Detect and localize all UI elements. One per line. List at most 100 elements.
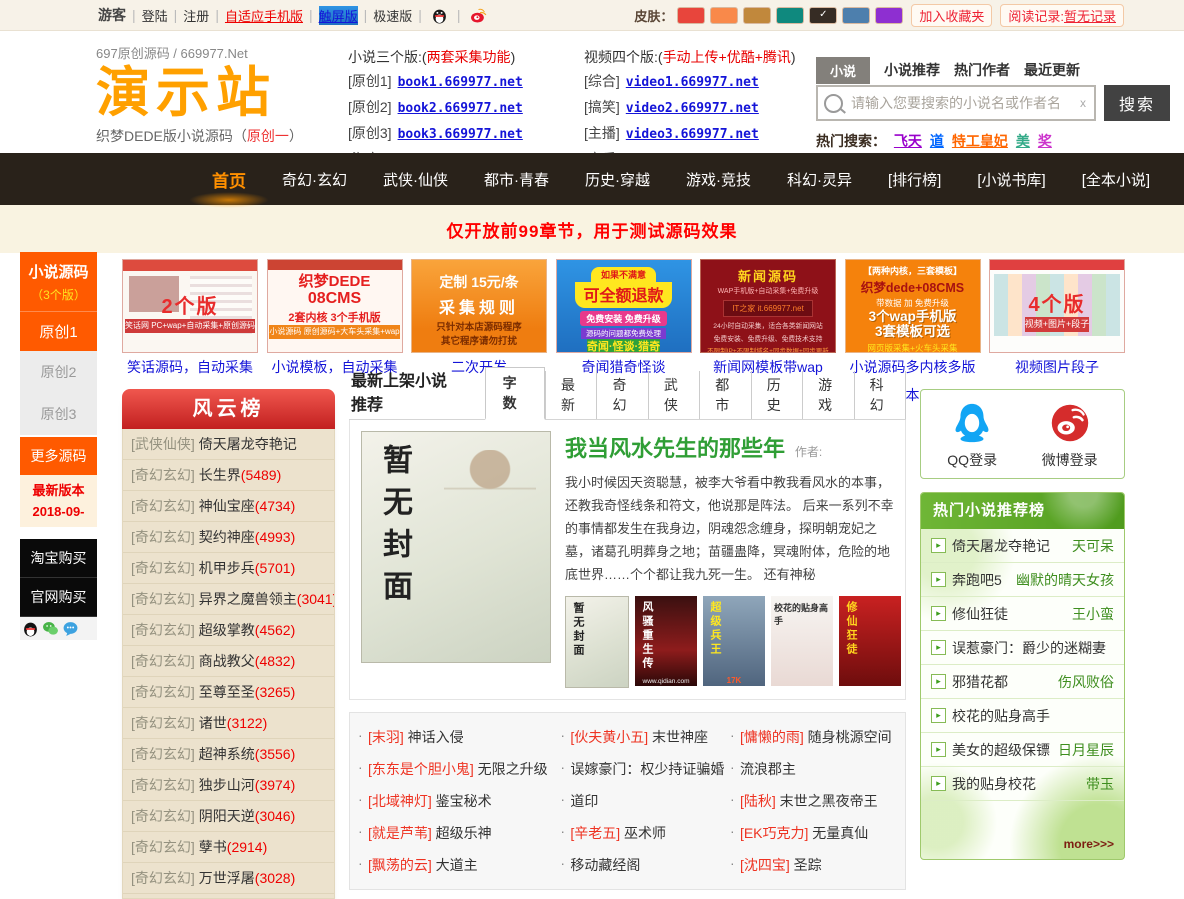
sidebar-item-yc1[interactable]: 原创1 [20, 311, 97, 351]
add-favorite-button[interactable]: 加入收藏夹 [911, 4, 992, 27]
sidebar-more-button[interactable]: 更多源码 [20, 437, 97, 475]
category-tab[interactable]: 武侠 [648, 371, 699, 419]
book-list-item[interactable]: [沈四宝] 圣踪 [726, 849, 901, 881]
touch-version-link[interactable]: 触屏版 [319, 6, 358, 25]
buy-button[interactable]: 官网购买 [20, 578, 97, 617]
hot-rank-item[interactable]: ▸ 奔跑吧5 幽默的晴天女孩 [921, 563, 1124, 597]
ranking-list-item[interactable]: [奇幻玄幻]超级掌教(4562) [123, 615, 334, 646]
ranking-list-item[interactable]: [武侠仙侠]倚天屠龙夺艳记 [123, 429, 334, 460]
hot-search-link[interactable]: 飞天 [894, 133, 922, 149]
weibo-icon[interactable] [470, 7, 487, 24]
wechat-icon[interactable] [42, 620, 59, 637]
nav-item[interactable]: 游戏·竞技 [686, 169, 751, 190]
fast-version-link[interactable]: 极速版 [373, 6, 412, 25]
hot-rank-item[interactable]: ▸ 邪猎花都 伤风败俗 [921, 665, 1124, 699]
book-list-item[interactable]: [就是芦苇] 超级乐神 [354, 817, 556, 849]
search-tab-novel[interactable]: 小说 [816, 57, 870, 84]
qq-contact-icon[interactable] [22, 620, 39, 637]
search-quick-link[interactable]: 最近更新 [1024, 60, 1080, 80]
qq-icon[interactable] [431, 7, 448, 24]
novel-site-link[interactable]: book2.669977.net [398, 101, 523, 116]
skin-swatch[interactable] [743, 7, 771, 24]
search-input[interactable] [849, 94, 1072, 112]
ad-banner-image[interactable]: 新闻源码 WAP手机版+自动采集+免费升级 IT之家 it.669977.net… [700, 259, 836, 353]
nav-item[interactable]: [排行榜] [888, 169, 941, 190]
tab-wordcount[interactable]: 字数 [485, 367, 545, 420]
ad-banner-caption[interactable]: 视频图片段子 [989, 353, 1125, 379]
hot-search-link[interactable]: 特工皇妃 [952, 133, 1008, 149]
ranking-list-item[interactable]: [奇幻玄幻]孽书(2914) [123, 832, 334, 863]
ad-banner-image[interactable]: 定制 15元/条 采集规则 只针对本店源码程序 其它程序请勿打扰 [411, 259, 547, 353]
featured-book-title[interactable]: 我当风水先生的那些年 [565, 436, 785, 461]
skin-swatch[interactable] [842, 7, 870, 24]
category-tab[interactable]: 最新 [545, 371, 596, 419]
ad-banner[interactable]: 2个版 笑话网 PC+wap+自动采集+原创源码 笑话源码，自动采集 [122, 259, 258, 379]
hot-rank-item[interactable]: ▸ 校花的贴身高手 [921, 699, 1124, 733]
skin-swatch[interactable] [710, 7, 738, 24]
book-cover-thumb[interactable]: 暂无封面 [565, 596, 629, 688]
ad-banner-image[interactable]: 【两种内核，三套模板】 织梦dede+08CMS 带数据 加 免费升级 3个wa… [845, 259, 981, 353]
hot-rank-item[interactable]: ▸ 美女的超级保镖 日月星辰 [921, 733, 1124, 767]
search-button[interactable]: 搜索 [1104, 85, 1170, 121]
chat-bubble-icon[interactable] [62, 620, 79, 637]
ad-banner-caption[interactable]: 笑话源码，自动采集 [122, 353, 258, 379]
reading-record-button[interactable]: 阅读记录:暂无记录 [1000, 4, 1124, 27]
ranking-list-item[interactable]: [奇幻玄幻]异界之魔兽领主(3041) [123, 584, 334, 615]
video-site-link[interactable]: video2.669977.net [626, 101, 759, 116]
ranking-list-item[interactable]: [奇幻玄幻]诸世(3122) [123, 708, 334, 739]
hot-search-link[interactable]: 奖 [1038, 133, 1052, 149]
category-tab[interactable]: 奇幻 [596, 371, 647, 419]
skin-swatch[interactable] [875, 7, 903, 24]
book-list-item[interactable]: [陆秋] 末世之黑夜帝王 [726, 785, 901, 817]
more-link[interactable]: more>>> [1064, 837, 1114, 851]
weibo-login-button[interactable]: 微博登录 [1042, 400, 1098, 470]
ranking-list-item[interactable]: [奇幻玄幻]阴阳天逆(3046) [123, 801, 334, 832]
book-list-item[interactable]: [伙夫黄小五] 末世神座 [556, 721, 726, 753]
book-cover-thumb[interactable]: 校花的贴身高手 [771, 596, 833, 686]
video-site-link[interactable]: video3.669977.net [626, 127, 759, 142]
ranking-list-item[interactable]: [奇幻玄幻]超神系统(3556) [123, 739, 334, 770]
book-list-item[interactable]: [EK巧克力] 无量真仙 [726, 817, 901, 849]
ad-banner[interactable]: 4个版 视频+图片+段子 视频图片段子 [989, 259, 1125, 379]
nav-item[interactable]: 武侠·仙侠 [383, 169, 448, 190]
ad-banner-image[interactable]: 4个版 视频+图片+段子 [989, 259, 1125, 353]
register-link[interactable]: 注册 [183, 6, 209, 25]
hot-rank-item[interactable]: ▸ 修仙狂徒 王小蛮 [921, 597, 1124, 631]
novel-site-link[interactable]: book1.669977.net [398, 75, 523, 90]
ad-banner-image[interactable]: 如果不满意 可全额退款 免费安装 免费升级 源码的问题都免费处理 奇闻·怪谈·猎… [556, 259, 692, 353]
qq-login-button[interactable]: QQ登录 [947, 400, 997, 470]
search-quick-link[interactable]: 小说推荐 [884, 60, 940, 80]
category-tab[interactable]: 科幻 [854, 371, 906, 419]
skin-swatch[interactable]: ✓ [809, 7, 837, 24]
ad-banner-image[interactable]: 2个版 笑话网 PC+wap+自动采集+原创源码 [122, 259, 258, 353]
sidebar-item[interactable]: 原创2 [20, 351, 97, 393]
featured-book-cover[interactable]: 暂无封面 [361, 431, 551, 663]
nav-item[interactable]: 历史·穿越 [585, 169, 650, 190]
nav-item[interactable]: 都市·青春 [484, 169, 549, 190]
ranking-list-item[interactable]: [奇幻玄幻]契约神座(4993) [123, 522, 334, 553]
book-cover-thumb[interactable]: 修仙狂徒 [839, 596, 901, 686]
ad-banner[interactable]: 如果不满意 可全额退款 免费安装 免费升级 源码的问题都免费处理 奇闻·怪谈·猎… [556, 259, 692, 379]
ad-banner[interactable]: 【两种内核，三套模板】 织梦dede+08CMS 带数据 加 免费升级 3个wa… [845, 259, 981, 379]
hot-rank-item[interactable]: ▸ 我的贴身校花 带玉 [921, 767, 1124, 801]
mobile-version-link[interactable]: 自适应手机版 [225, 6, 303, 25]
ranking-list-item[interactable]: [奇幻玄幻]万世浮屠(3028) [123, 863, 334, 894]
ranking-list-item[interactable]: [奇幻玄幻]神仙宝座(4734) [123, 491, 334, 522]
site-logo[interactable]: 演示站 [96, 64, 334, 122]
ad-banner[interactable]: 织梦DEDE 08CMS 2套内核 3个手机版 小说源码 原创源码+大车头采集+… [267, 259, 403, 379]
book-list-item[interactable]: [北域神灯] 鉴宝秘术 [354, 785, 556, 817]
book-list-item[interactable]: [末羽] 神话入侵 [354, 721, 556, 753]
ad-banner-image[interactable]: 织梦DEDE 08CMS 2套内核 3个手机版 小说源码 原创源码+大车头采集+… [267, 259, 403, 353]
category-tab[interactable]: 都市 [699, 371, 750, 419]
ranking-list-item[interactable]: [奇幻玄幻]长生界(5489) [123, 460, 334, 491]
hot-rank-item[interactable]: ▸ 倚天屠龙夺艳记 天可呆 [921, 529, 1124, 563]
nav-item[interactable]: [小说书库] [977, 169, 1045, 190]
nav-item[interactable]: [全本小说] [1082, 169, 1150, 190]
skin-swatch[interactable] [776, 7, 804, 24]
book-cover-thumb[interactable]: 超级兵王 17K [703, 596, 765, 686]
login-link[interactable]: 登陆 [142, 6, 168, 25]
nav-item-home[interactable]: 首页 [212, 167, 246, 192]
ranking-list-item[interactable]: [奇幻玄幻]机甲步兵(5701) [123, 553, 334, 584]
ranking-list-item[interactable]: [奇幻玄幻]商战教父(4832) [123, 646, 334, 677]
nav-item[interactable]: 科幻·灵异 [787, 169, 852, 190]
